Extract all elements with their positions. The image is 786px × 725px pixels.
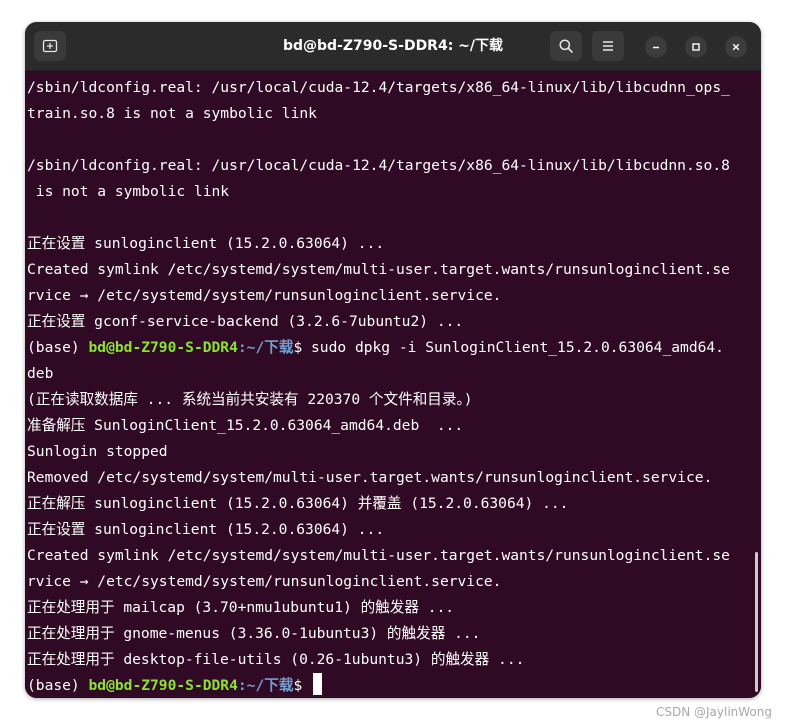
menu-button[interactable]	[592, 31, 624, 61]
hamburger-menu-icon	[603, 41, 613, 51]
terminal-line: Removed /etc/systemd/system/multi-user.t…	[27, 469, 713, 486]
terminal-line: Sunlogin stopped	[27, 443, 168, 460]
prompt-user: bd@bd-Z790-S-DDR4	[88, 339, 238, 356]
prompt-dollar: $	[293, 339, 312, 356]
prompt-prefix: (base)	[27, 339, 89, 356]
prompt-user: bd@bd-Z790-S-DDR4	[88, 677, 238, 694]
prompt-path: :~/下载	[237, 677, 294, 694]
text-cursor	[313, 673, 323, 695]
close-button[interactable]	[725, 36, 747, 58]
terminal-line: 正在处理用于 mailcap (3.70+nmu1ubuntu1) 的触发器 .…	[27, 599, 455, 616]
close-icon	[732, 43, 740, 51]
terminal-line: 正在处理用于 desktop-file-utils (0.26-1ubuntu3…	[27, 651, 525, 668]
prompt-command: sudo dpkg -i SunloginClient_15.2.0.63064…	[311, 339, 724, 356]
terminal-line: train.so.8 is not a symbolic link	[27, 105, 317, 122]
terminal-line: 正在设置 gconf-service-backend (3.2.6-7ubunt…	[27, 313, 464, 330]
minimize-icon	[653, 46, 659, 49]
maximize-icon	[692, 43, 700, 51]
search-button[interactable]	[550, 31, 582, 61]
terminal-line: rvice → /etc/systemd/system/runsunloginc…	[27, 573, 502, 590]
watermark: CSDN @JaylinWong	[655, 705, 772, 719]
terminal-line: /sbin/ldconfig.real: /usr/local/cuda-12.…	[27, 157, 730, 174]
terminal-output[interactable]: /sbin/ldconfig.real: /usr/local/cuda-12.…	[25, 71, 761, 698]
prompt-prefix: (base)	[27, 677, 89, 694]
terminal-line: (正在读取数据库 ... 系统当前共安装有 220370 个文件和目录。)	[27, 391, 473, 408]
new-tab-button[interactable]	[34, 31, 66, 61]
terminal-line: Created symlink /etc/systemd/system/mult…	[27, 261, 730, 278]
maximize-button[interactable]	[685, 36, 707, 58]
terminal-line: deb	[27, 365, 54, 382]
terminal-line: 正在处理用于 gnome-menus (3.36.0-1ubuntu3) 的触发…	[27, 625, 481, 642]
terminal-line: 准备解压 SunloginClient_15.2.0.63064_amd64.d…	[27, 417, 464, 434]
terminal-line: 正在设置 sunloginclient (15.2.0.63064) ...	[27, 521, 385, 538]
minimize-button[interactable]	[645, 36, 667, 58]
search-icon	[559, 39, 573, 53]
terminal-window: bd@bd-Z790-S-DDR4: ~/下载 /sbin/ldconfig.r…	[25, 22, 761, 698]
prompt-dollar: $	[293, 677, 312, 694]
prompt-line[interactable]: (base) bd@bd-Z790-S-DDR4:~/下载$	[27, 673, 761, 698]
prompt-line: (base) bd@bd-Z790-S-DDR4:~/下载$ sudo dpkg…	[27, 335, 761, 361]
terminal-line: 正在设置 sunloginclient (15.2.0.63064) ...	[27, 235, 385, 252]
new-tab-icon	[42, 39, 58, 53]
terminal-line: /sbin/ldconfig.real: /usr/local/cuda-12.…	[27, 79, 730, 96]
terminal-line: 正在解压 sunloginclient (15.2.0.63064) 并覆盖 (…	[27, 495, 569, 512]
prompt-path: :~/下载	[237, 339, 294, 356]
scrollbar-thumb[interactable]	[755, 552, 758, 692]
terminal-line: Created symlink /etc/systemd/system/mult…	[27, 547, 730, 564]
terminal-line: rvice → /etc/systemd/system/runsunloginc…	[27, 287, 502, 304]
terminal-line: is not a symbolic link	[27, 183, 230, 200]
titlebar: bd@bd-Z790-S-DDR4: ~/下载	[25, 22, 761, 71]
